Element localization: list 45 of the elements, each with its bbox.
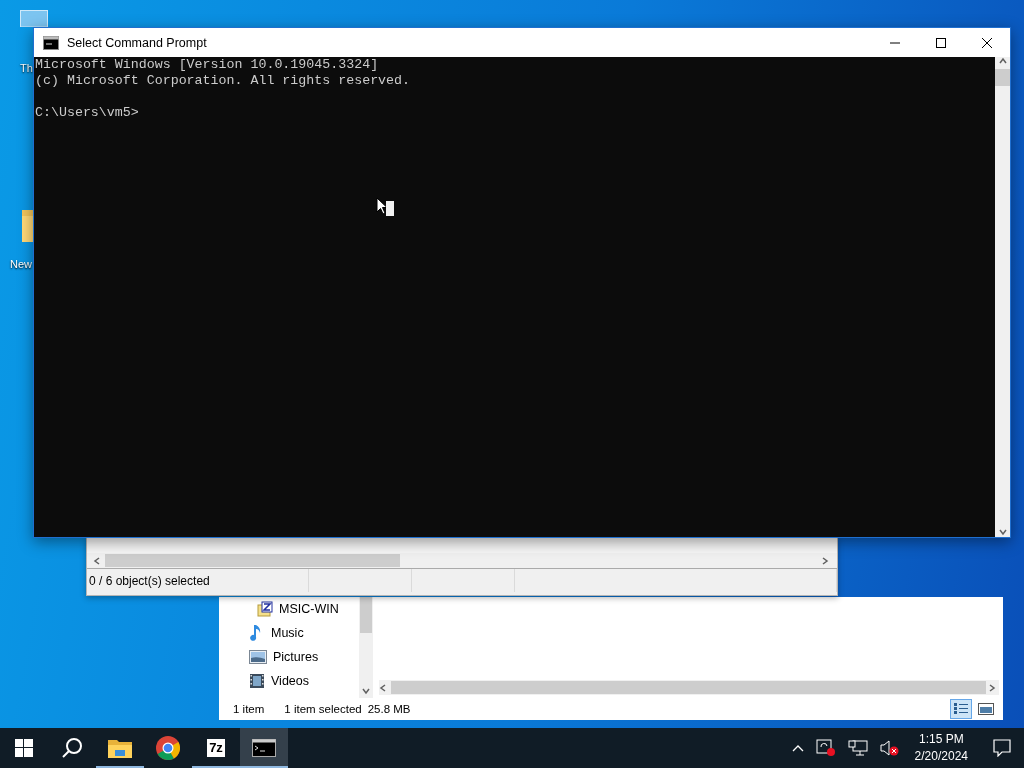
status-text: 0 / 6 object(s) selected [89,573,210,588]
selection-size: 25.8 MB [367,702,411,716]
nav-item[interactable]: Pictures [273,650,319,664]
scrollbar-thumb[interactable] [391,681,987,694]
app-logo: 7z [207,739,225,757]
taskbar-app-button[interactable] [240,728,288,768]
terminal-icon [43,35,59,50]
taskbar-app-button[interactable]: 7z [192,728,240,768]
drive-icon [257,601,273,617]
close-icon [981,36,993,49]
item-count: 1 item [233,702,265,716]
search-icon [61,737,83,759]
console-line: Microsoft Windows [Version 10.0.19045.3324] [35,57,380,73]
browser-icon [156,736,180,760]
folder-icon [22,208,33,242]
console-line: (c) Microsoft Corporation. All rights reserved. [35,73,412,89]
speech-bubble-icon [993,739,1011,757]
terminal-icon [252,739,276,757]
computer-icon [20,10,48,27]
windows-logo-icon [15,739,33,757]
scrollbar-thumb[interactable] [995,69,1010,86]
vertical-scrollbar[interactable] [359,597,373,698]
horizontal-scrollbar[interactable] [87,553,837,568]
pictures-icon [249,650,267,664]
text-cursor-block [386,201,394,216]
horizontal-scrollbar[interactable] [379,680,999,695]
details-view-button[interactable] [950,699,972,719]
desktop-icon-label: New [10,258,32,270]
film-icon [249,673,265,689]
nav-item[interactable]: Music [271,626,304,640]
scrollbar-thumb[interactable] [105,554,401,567]
desktop-icon-label: Th [20,62,33,74]
tiles-view-icon [978,702,994,716]
clock[interactable]: 1:15 PM 2/20/2024 [908,731,974,765]
scrollbar-thumb[interactable] [360,597,372,633]
window-title: Select Command Prompt [67,35,208,50]
nav-item[interactable]: Videos [271,674,309,688]
selection-count: 1 item selected [284,702,362,716]
vertical-scrollbar[interactable] [995,57,1010,537]
maximize-icon [935,36,947,49]
folder-icon [108,738,132,758]
details-list-icon [953,702,969,716]
command-prompt: C:\Users\vm5> [35,105,140,121]
nav-item[interactable]: MSIC-WIN [279,602,339,616]
mouse-pointer-icon [376,197,388,215]
